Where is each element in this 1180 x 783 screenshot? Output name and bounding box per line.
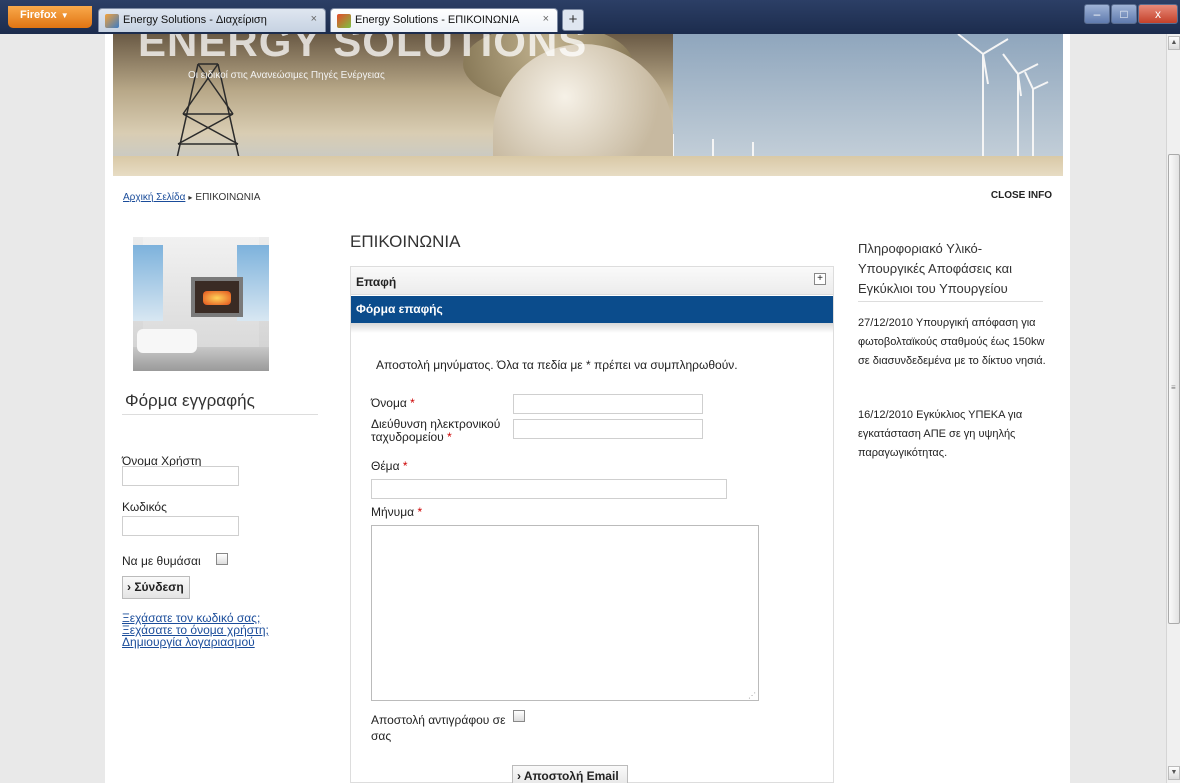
username-input[interactable] (122, 466, 239, 486)
window-close-button[interactable]: x (1138, 4, 1178, 24)
new-tab-button[interactable]: + (562, 9, 584, 31)
email-label-line1: Διεύθυνση ηλεκτρονικού (371, 417, 501, 431)
grip-icon: ≡ (1171, 383, 1176, 392)
tab-title: Energy Solutions - ΕΠΙΚΟΙΝΩΝΙΑ (355, 14, 520, 26)
fireplace-image (133, 237, 269, 371)
chevron-down-icon: ▼ (60, 11, 69, 20)
wind-turbine-icon (632, 34, 1049, 176)
breadcrumb-current: ΕΠΙΚΟΙΝΩΝΙΑ (195, 192, 261, 203)
name-label-text: Όνομα (371, 396, 407, 410)
contact-form-header[interactable]: Φόρμα επαφής (351, 296, 833, 323)
firefox-menu-label: Firefox (20, 9, 57, 21)
remember-checkbox[interactable] (216, 553, 228, 565)
password-input[interactable] (122, 516, 239, 536)
expand-icon[interactable]: + (814, 273, 826, 285)
divider (858, 301, 1043, 302)
send-email-button[interactable]: › Αποστολή Email (512, 765, 628, 783)
banner-ground (113, 156, 1063, 176)
breadcrumb: Αρχική Σελίδα ▸ ΕΠΙΚΟΙΝΩΝΙΑ (123, 192, 260, 203)
breadcrumb-home-link[interactable]: Αρχική Σελίδα (123, 192, 185, 203)
contact-section-header[interactable]: Επαφή + (351, 267, 833, 295)
scroll-up-icon[interactable]: ▲ (1168, 36, 1180, 50)
info-item[interactable]: 16/12/2010 Εγκύκλιος ΥΠΕΚΑ για εγκατάστα… (858, 406, 1048, 463)
image-fire (203, 291, 231, 305)
scrollbar-thumb[interactable]: ≡ (1168, 154, 1180, 624)
name-label: Όνομα * (371, 396, 415, 410)
breadcrumb-separator-icon: ▸ (188, 193, 193, 202)
image-fireplace (191, 277, 243, 317)
password-label: Κωδικός (122, 500, 167, 514)
joomla-favicon-icon (337, 14, 351, 28)
remember-label: Να με θυμάσαι (122, 554, 201, 568)
email-label-line2: ταχυδρομείου (371, 430, 444, 444)
copy-label: Αποστολή αντιγράφου σε σας (371, 712, 505, 744)
scroll-down-icon[interactable]: ▼ (1168, 766, 1180, 780)
name-input[interactable] (513, 394, 703, 414)
subject-input[interactable] (371, 479, 727, 499)
tab-close-icon[interactable]: × (311, 13, 317, 25)
email-input[interactable] (513, 419, 703, 439)
close-info-link[interactable]: CLOSE INFO (991, 190, 1052, 201)
site-tagline: Οι ειδικοί στις Ανανεώσιμες Πηγές Ενέργε… (188, 70, 385, 81)
required-marker: * (447, 430, 452, 444)
form-instructions: Αποστολή μηνύματος. Όλα τα πεδία με * πρ… (376, 358, 738, 372)
firefox-menu-button[interactable]: Firefox ▼ (8, 6, 92, 28)
maximize-button[interactable]: □ (1111, 4, 1137, 24)
required-marker: * (402, 459, 408, 473)
image-window (133, 245, 163, 321)
email-label: Διεύθυνση ηλεκτρονικού ταχυδρομείου * (371, 418, 500, 444)
divider (122, 414, 318, 415)
login-title: Φόρμα εγγραφής (125, 391, 255, 410)
subject-label-text: Θέμα (371, 459, 400, 473)
subject-label: Θέμα * (371, 459, 408, 473)
login-links: Ξεχάσατε τον κωδικό σας; Ξεχάσατε το όνο… (122, 612, 269, 648)
minimize-button[interactable]: – (1084, 4, 1110, 24)
panel-shadow (351, 323, 833, 333)
message-textarea[interactable]: ⋰ (371, 525, 759, 701)
create-account-link[interactable]: Δημιουργία λογαριασμού (122, 636, 269, 648)
contact-section-label: Επαφή (356, 275, 397, 289)
copy-label-line2: σας (371, 729, 392, 743)
tab-close-icon[interactable]: × (543, 13, 549, 25)
info-item[interactable]: 27/12/2010 Υπουργική απόφαση για φωτοβολ… (858, 314, 1048, 371)
image-sofa (137, 329, 197, 353)
message-label-text: Μήνυμα (371, 505, 415, 519)
resize-grip-icon[interactable]: ⋰ (748, 691, 756, 700)
site-banner: ENERGY SOLUTIONS Οι ειδικοί στις Ανανεώσ… (113, 34, 1063, 176)
page-content: ENERGY SOLUTIONS Οι ειδικοί στις Ανανεώσ… (105, 34, 1070, 783)
vertical-scrollbar[interactable]: ▲ ≡ ▼ (1166, 34, 1180, 783)
page-viewport: ENERGY SOLUTIONS Οι ειδικοί στις Ανανεώσ… (0, 34, 1166, 783)
tab-admin[interactable]: Energy Solutions - Διαχείριση × (98, 8, 326, 32)
tab-title: Energy Solutions - Διαχείριση (123, 14, 267, 26)
required-marker: * (417, 505, 423, 519)
site-name: ENERGY SOLUTIONS (138, 34, 588, 65)
send-copy-checkbox[interactable] (513, 710, 525, 722)
message-label: Μήνυμα * (371, 505, 422, 519)
login-button[interactable]: › Σύνδεση (122, 576, 190, 599)
page-title: ΕΠΙΚΟΙΝΩΝΙΑ (350, 232, 461, 251)
copy-label-line1: Αποστολή αντιγράφου σε (371, 713, 506, 727)
browser-tab-bar: Firefox ▼ Energy Solutions - Διαχείριση ×… (0, 0, 1180, 34)
tab-contact[interactable]: Energy Solutions - ΕΠΙΚΟΙΝΩΝΙΑ × (330, 8, 558, 32)
info-title: Πληροφοριακό Υλικό-Υπουργικές Αποφάσεις … (858, 241, 1012, 296)
joomla-favicon-icon (105, 14, 119, 28)
required-marker: * (410, 396, 415, 410)
contact-panel: Επαφή + Φόρμα επαφής Αποστολή μηνύματος.… (350, 266, 834, 783)
